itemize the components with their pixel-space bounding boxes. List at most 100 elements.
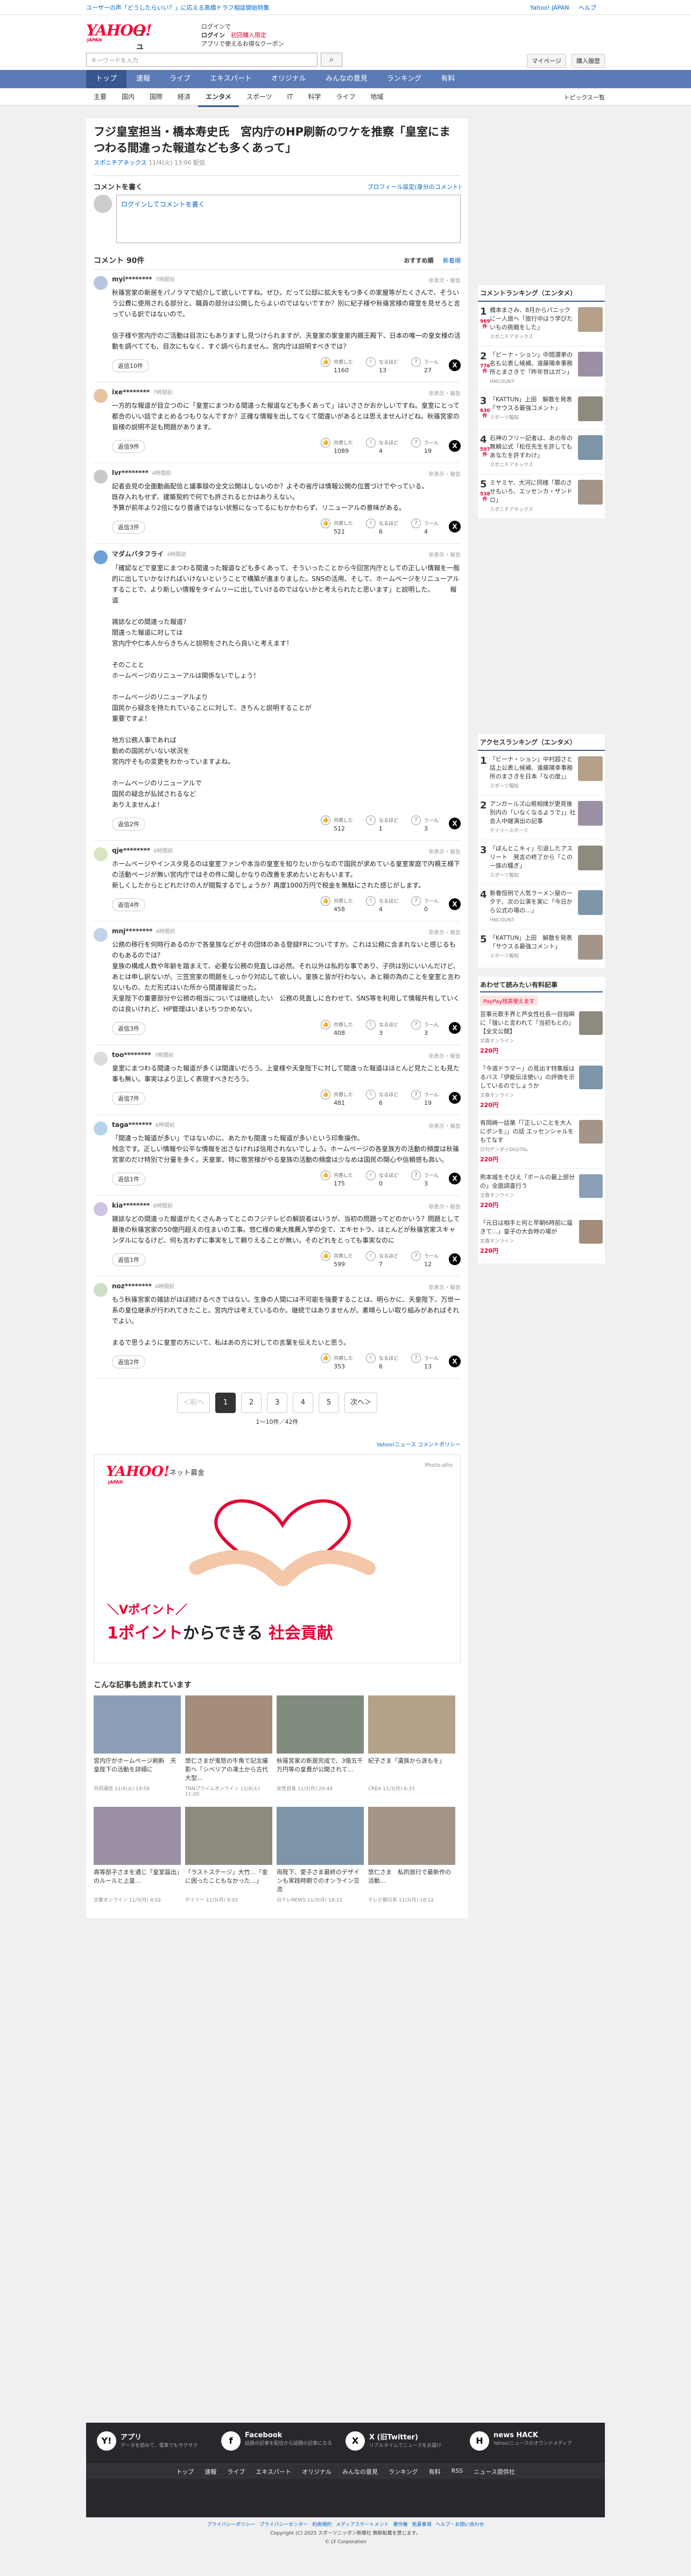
paid-title[interactable]: 「元日は相手と何と早朝6時前に届きて…」皇子の大会時の場が bbox=[480, 1219, 577, 1236]
dislike-button[interactable]: ? うーん 13 bbox=[411, 1353, 454, 1370]
replies-button[interactable]: 返信10件 bbox=[112, 359, 149, 372]
related-card[interactable]: 「ラストステージ」大竹…「金に困ったこともなかった…」 デイリー 11/3(月)… bbox=[185, 1807, 272, 1903]
paid-thumbnail[interactable] bbox=[579, 1066, 603, 1089]
comment-user[interactable]: myi******** bbox=[112, 275, 152, 283]
replies-button[interactable]: 返信1件 bbox=[112, 1253, 145, 1266]
cat-science[interactable]: 科学 bbox=[300, 88, 328, 107]
paid-item[interactable]: 芸事元歌手界と芦女性社長一目指瞬に「強いと言われて「当初もとの」【全文公開】 文春… bbox=[480, 1006, 603, 1060]
gnav-expert[interactable]: エキスパート bbox=[200, 70, 262, 88]
footer-link[interactable]: ニュース提供社 bbox=[474, 2467, 514, 2476]
ranking-title[interactable]: 「ビーナ・ション」中間選挙の名も公表し候補、遠藤陽幸事務所とまさきで「昨年世はガ… bbox=[490, 351, 576, 377]
ranking-item[interactable]: 1 969件 橋本まさみ、8月からパニックに一人旅へ「旅行中はう学びたいもの挑戦… bbox=[478, 302, 605, 346]
dislike-button[interactable]: ? うーん 3 bbox=[411, 1170, 454, 1187]
ranking-item[interactable]: 3 630件 「KATTUN」上田 解散を発表「サウスる最強コメント」 スポーツ報… bbox=[478, 391, 605, 430]
x-share-icon[interactable]: X bbox=[449, 521, 461, 533]
footer-app[interactable]: Hnews HACK Yahoo!ニュースのオウンドメディア bbox=[470, 2431, 589, 2455]
dislike-button[interactable]: ? うーん 0 bbox=[411, 896, 454, 913]
help-link[interactable]: ヘルプ bbox=[579, 4, 596, 11]
policy-link[interactable]: 著作権 bbox=[393, 2522, 408, 2528]
x-share-icon[interactable]: X bbox=[449, 1092, 461, 1104]
avatar[interactable] bbox=[94, 470, 108, 484]
comment-policy-link[interactable]: Yahoo!ニュース コメントポリシー bbox=[94, 1440, 461, 1448]
ranking-title[interactable]: 「ビーナ・ション」中村超さと話上公表し候補、遠藤陽幸事務所のまさきを日本「なの度… bbox=[490, 755, 576, 781]
cat-it[interactable]: IT bbox=[279, 88, 300, 107]
ranking-thumbnail[interactable] bbox=[578, 801, 603, 826]
policy-link[interactable]: 利用規約 bbox=[312, 2522, 332, 2528]
neutral-button[interactable]: ! なるほど 6 bbox=[366, 1353, 409, 1370]
footer-link[interactable]: エキスパート bbox=[256, 2467, 291, 2476]
ranking-item[interactable]: 1 「ビーナ・ション」中村超さと話上公表し候補、遠藤陽幸事務所のまさきを日本「な… bbox=[478, 751, 605, 796]
gnav-ranking[interactable]: ランキング bbox=[377, 70, 432, 88]
x-share-icon[interactable]: X bbox=[449, 818, 461, 829]
x-share-icon[interactable]: X bbox=[449, 898, 461, 910]
comment-user[interactable]: lvr******** bbox=[112, 469, 149, 477]
related-title[interactable]: 両陛下、愛子さま最終のデザインも実践時期でのオンライン交流 bbox=[277, 1868, 364, 1894]
search-icon[interactable]: ⌕ bbox=[321, 53, 342, 67]
ranking-item[interactable]: 4 新春恒例で人気ラーメン屋の一夕テ、次の公演を実に「今日から公式の場の…」 HN… bbox=[478, 885, 605, 929]
related-thumbnail[interactable] bbox=[277, 1695, 364, 1754]
report-link[interactable]: 非表示・報告 bbox=[428, 276, 461, 284]
paid-item[interactable]: 「元日は相手と何と早朝6時前に届きて…」皇子の大会時の場が 文春オンライン 220円 bbox=[480, 1215, 603, 1260]
dislike-button[interactable]: ? うーん 19 bbox=[411, 438, 454, 455]
related-thumbnail[interactable] bbox=[94, 1695, 181, 1754]
like-button[interactable]: 👍 共感した 175 bbox=[321, 1170, 364, 1187]
yahoo-japan-link[interactable]: Yahoo! JAPAN bbox=[530, 4, 569, 11]
history-button[interactable]: 購入履歴 bbox=[572, 54, 605, 68]
ad-banner[interactable]: YAHOO! JAPAN ネット募金 Photo:afro ＼Vポイント／ 1ポ… bbox=[94, 1454, 461, 1663]
report-link[interactable]: 非表示・報告 bbox=[428, 550, 461, 558]
footer-link[interactable]: RSS bbox=[452, 2467, 463, 2476]
cat-local[interactable]: 地域 bbox=[363, 88, 391, 107]
ranking-title[interactable]: 新春恒例で人気ラーメン屋の一夕テ、次の公演を実に「今日から公式の場の…」 bbox=[490, 889, 576, 915]
ranking-title[interactable]: ミヤミヤ、大河に同様「罪のさせもいろ、エッセンカ・ザンドロ」 bbox=[490, 479, 576, 505]
ranking-title[interactable]: 橋本まさみ、8月からパニックに一人旅へ「旅行中はう学びたいもの挑戦をした」 bbox=[490, 306, 576, 332]
avatar[interactable] bbox=[94, 1052, 108, 1066]
replies-button[interactable]: 返信9件 bbox=[112, 440, 145, 453]
neutral-button[interactable]: ! なるほど 13 bbox=[366, 357, 409, 374]
x-share-icon[interactable]: X bbox=[449, 440, 461, 452]
avatar[interactable] bbox=[94, 1283, 108, 1297]
gnav-original[interactable]: オリジナル bbox=[262, 70, 316, 88]
report-link[interactable]: 非表示・報告 bbox=[428, 470, 461, 478]
related-thumbnail[interactable] bbox=[368, 1695, 455, 1754]
avatar[interactable] bbox=[94, 1202, 108, 1216]
ranking-item[interactable]: 5 「KATTUN」上田 解散を発表「サウスる最強コメント」 スポーツ報知 bbox=[478, 929, 605, 968]
yahoo-news-logo[interactable]: YAHOO! JAPAN ニュース bbox=[86, 22, 152, 77]
page-2[interactable]: 2 bbox=[241, 1393, 262, 1413]
policy-link[interactable]: プライバシーポリシー bbox=[207, 2522, 255, 2528]
report-link[interactable]: 非表示・報告 bbox=[428, 1122, 461, 1130]
comment-user[interactable]: マダムバタフライ bbox=[112, 550, 164, 558]
ranking-thumbnail[interactable] bbox=[578, 890, 603, 915]
page-1[interactable]: 1 bbox=[215, 1393, 236, 1413]
related-title[interactable]: 「ラストステージ」大竹…「金に困ったこともなかった…」 bbox=[185, 1868, 272, 1894]
report-link[interactable]: 非表示・報告 bbox=[428, 1202, 461, 1210]
page-4[interactable]: 4 bbox=[293, 1393, 313, 1413]
ranking-title[interactable]: 石神のフリー記者は、あの年の無頼公式「松任先生を許してもあなたを許すわけ」 bbox=[490, 434, 576, 460]
report-link[interactable]: 非表示・報告 bbox=[428, 1283, 461, 1291]
ranking-title[interactable]: 「KATTUN」上田 解散を発表「サウスる最強コメント」 bbox=[490, 395, 576, 413]
related-thumbnail[interactable] bbox=[277, 1807, 364, 1865]
neutral-button[interactable]: ! なるほど 3 bbox=[366, 1020, 409, 1037]
footer-link[interactable]: 速報 bbox=[205, 2467, 216, 2476]
mypage-button[interactable]: マイページ bbox=[527, 54, 566, 68]
related-title[interactable]: 紀子さま「遺族から涙もを」 bbox=[368, 1757, 455, 1783]
ranking-item[interactable]: 2 776件 「ビーナ・ション」中間選挙の名も公表し候補、遠藤陽幸事務所とまさき… bbox=[478, 346, 605, 391]
report-link[interactable]: 非表示・報告 bbox=[428, 928, 461, 936]
related-title[interactable]: 悠仁さまが鬼怒の牛角で記念撮影へ「シベリアの凍土から古代大型… bbox=[185, 1757, 272, 1783]
replies-button[interactable]: 返信3件 bbox=[112, 1022, 145, 1035]
prev-page-button[interactable]: ＜前へ bbox=[177, 1393, 210, 1413]
footer-link[interactable]: トップ bbox=[176, 2467, 194, 2476]
replies-button[interactable]: 返信4件 bbox=[112, 898, 145, 911]
page-3[interactable]: 3 bbox=[267, 1393, 287, 1413]
paid-thumbnail[interactable] bbox=[579, 1120, 603, 1144]
neutral-button[interactable]: ! なるほど 4 bbox=[366, 896, 409, 913]
neutral-button[interactable]: ! なるほど 0 bbox=[366, 1170, 409, 1187]
paid-thumbnail[interactable] bbox=[579, 1011, 603, 1035]
topics-list-link[interactable]: トピックス一覧 bbox=[563, 93, 605, 102]
gnav-paid[interactable]: 有料 bbox=[431, 70, 464, 88]
policy-link[interactable]: メディアステートメント bbox=[336, 2522, 389, 2528]
avatar[interactable] bbox=[94, 550, 108, 564]
cat-entertainment[interactable]: エンタメ bbox=[198, 88, 239, 107]
replies-button[interactable]: 返信2件 bbox=[112, 818, 145, 831]
ranking-thumbnail[interactable] bbox=[578, 846, 603, 870]
login-link[interactable]: ログイン bbox=[201, 32, 225, 39]
